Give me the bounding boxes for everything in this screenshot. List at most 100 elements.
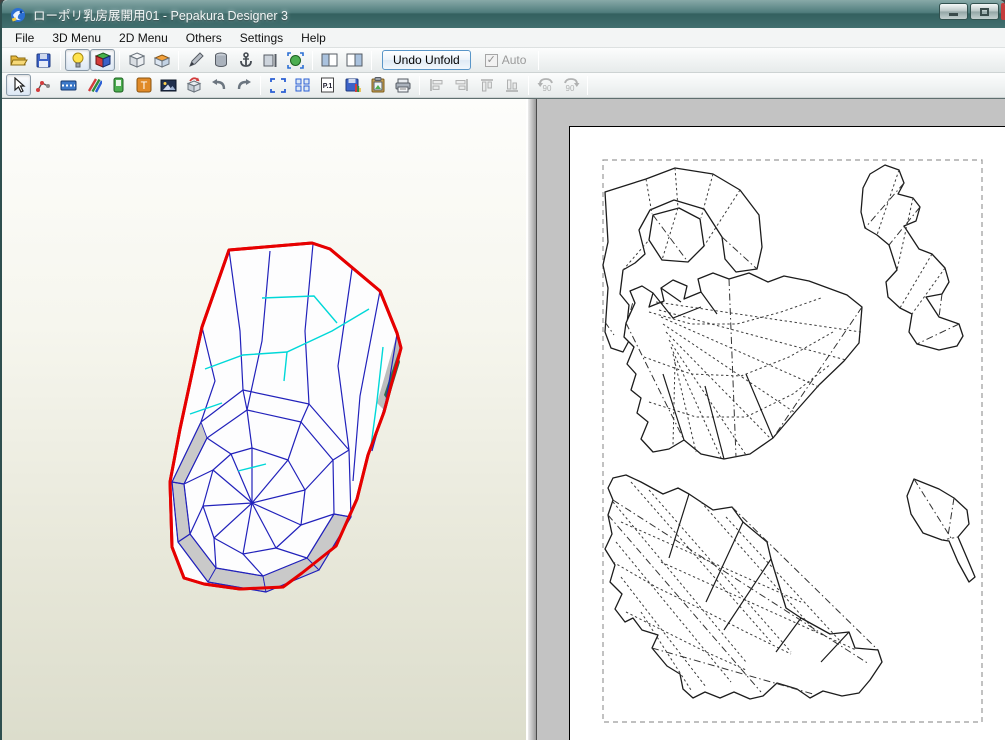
mirror-panel-icon: [263, 53, 278, 68]
pattern-piece-bottom-fan[interactable]: [605, 475, 882, 699]
anchor-tool-button[interactable]: [233, 49, 258, 71]
show-unfold-box-button[interactable]: [149, 49, 174, 71]
title-bar[interactable]: ローポリ乳房展開用01 - Pepakura Designer 3: [2, 0, 1005, 28]
clipboard-icon: [371, 77, 385, 93]
checkbox-check-icon: ✓: [485, 54, 498, 67]
separator: [260, 76, 261, 95]
menu-settings[interactable]: Settings: [231, 29, 292, 47]
node-path-icon: [36, 77, 52, 93]
layout-left-pane-button[interactable]: [317, 49, 342, 71]
app-icon: [10, 6, 27, 23]
save-image-button[interactable]: [340, 74, 365, 96]
maximize-button[interactable]: [970, 3, 999, 20]
rotate-cw-90-button[interactable]: 90: [558, 74, 583, 96]
align-right-icon: [454, 78, 469, 92]
cursor-arrow-icon: [12, 77, 26, 93]
paste-image-button[interactable]: [365, 74, 390, 96]
open-box-icon: [154, 52, 170, 68]
color-pens-button[interactable]: [81, 74, 106, 96]
undo-unfold-button[interactable]: Undo Unfold: [382, 50, 471, 70]
marquee-select-button[interactable]: [265, 74, 290, 96]
toggle-light-button[interactable]: [65, 49, 90, 71]
minimize-button[interactable]: [939, 3, 968, 20]
sphere-select-tool-button[interactable]: [283, 49, 308, 71]
floppy-icon: [36, 53, 51, 68]
undo-arrow-icon: [211, 78, 227, 92]
menu-bar: File 3D Menu 2D Menu Others Settings Hel…: [2, 28, 1005, 48]
separator: [60, 51, 61, 70]
layout-right-pane-button[interactable]: [342, 49, 367, 71]
minimize-icon: [949, 13, 958, 16]
pattern-piece-strip[interactable]: [861, 165, 963, 350]
undo-button[interactable]: [206, 74, 231, 96]
redo-arrow-icon: [236, 78, 252, 92]
pattern-piece-middle-fan[interactable]: [624, 273, 862, 459]
marquee-icon: [270, 78, 286, 93]
insert-text-button[interactable]: T: [131, 74, 156, 96]
unfold-box-button[interactable]: [181, 74, 206, 96]
select-arrow-button[interactable]: [6, 74, 31, 96]
open-folder-icon: [10, 53, 28, 67]
insert-image-button[interactable]: [156, 74, 181, 96]
menu-others[interactable]: Others: [177, 29, 231, 47]
auto-checkbox[interactable]: ✓ Auto: [485, 53, 527, 67]
sphere-select-icon: [287, 52, 304, 69]
page-p1-icon: P.1: [320, 77, 335, 93]
menu-2d[interactable]: 2D Menu: [110, 29, 177, 47]
separator: [419, 76, 420, 95]
align-bottom-button[interactable]: [499, 74, 524, 96]
box-arrow-icon: [186, 77, 202, 93]
pattern-page[interactable]: [569, 126, 1005, 740]
app-window: ローポリ乳房展開用01 - Pepakura Designer 3 File 3…: [0, 0, 1005, 740]
window-title: ローポリ乳房展開用01 - Pepakura Designer 3: [33, 5, 288, 24]
mirror-tool-button[interactable]: [258, 49, 283, 71]
printer-icon: [395, 78, 411, 93]
align-bottom-icon: [505, 78, 519, 93]
cylinder-icon: [214, 52, 228, 68]
separator: [178, 51, 179, 70]
separator: [371, 51, 372, 70]
show-solid-model-button[interactable]: [124, 49, 149, 71]
material-button[interactable]: [106, 74, 131, 96]
cylinder-tool-button[interactable]: [208, 49, 233, 71]
toolbar-main: Undo Unfold ✓ Auto: [2, 48, 1005, 73]
colored-cube-icon: [95, 52, 111, 68]
redo-button[interactable]: [231, 74, 256, 96]
3d-model: [2, 99, 528, 739]
separator: [587, 76, 588, 95]
page-number-button[interactable]: P.1: [315, 74, 340, 96]
save-button[interactable]: [31, 49, 56, 71]
pattern-piece-leaf[interactable]: [907, 479, 975, 582]
pane-splitter[interactable]: [528, 99, 537, 740]
split-left-icon: [321, 53, 338, 67]
join-stitch-button[interactable]: [56, 74, 81, 96]
pen-tool-button[interactable]: [183, 49, 208, 71]
rotate-ccw-icon: 90: [536, 77, 556, 93]
auto-checkbox-label: Auto: [502, 53, 527, 67]
zipper-icon: [60, 79, 77, 92]
align-top-button[interactable]: [474, 74, 499, 96]
menu-3d[interactable]: 3D Menu: [43, 29, 110, 47]
align-left-icon: [429, 78, 444, 92]
2d-viewport[interactable]: [537, 99, 1005, 740]
separator: [528, 76, 529, 95]
3d-viewport[interactable]: [2, 99, 528, 740]
parts-squares-icon: [295, 78, 311, 93]
svg-text:90: 90: [565, 84, 574, 93]
anchor-icon: [239, 52, 253, 68]
arrange-parts-button[interactable]: [290, 74, 315, 96]
edit-edge-nodes-button[interactable]: [31, 74, 56, 96]
rotate-ccw-90-button[interactable]: 90: [533, 74, 558, 96]
menu-file[interactable]: File: [6, 29, 43, 47]
svg-text:P.1: P.1: [323, 83, 333, 90]
toggle-texture-button[interactable]: [90, 49, 115, 71]
open-file-button[interactable]: [6, 49, 31, 71]
align-right-button[interactable]: [449, 74, 474, 96]
menu-help[interactable]: Help: [292, 29, 335, 47]
separator: [538, 51, 539, 70]
align-left-button[interactable]: [424, 74, 449, 96]
align-top-icon: [480, 78, 494, 93]
print-button[interactable]: [390, 74, 415, 96]
white-cube-icon: [129, 52, 145, 68]
close-button[interactable]: [1001, 3, 1005, 20]
